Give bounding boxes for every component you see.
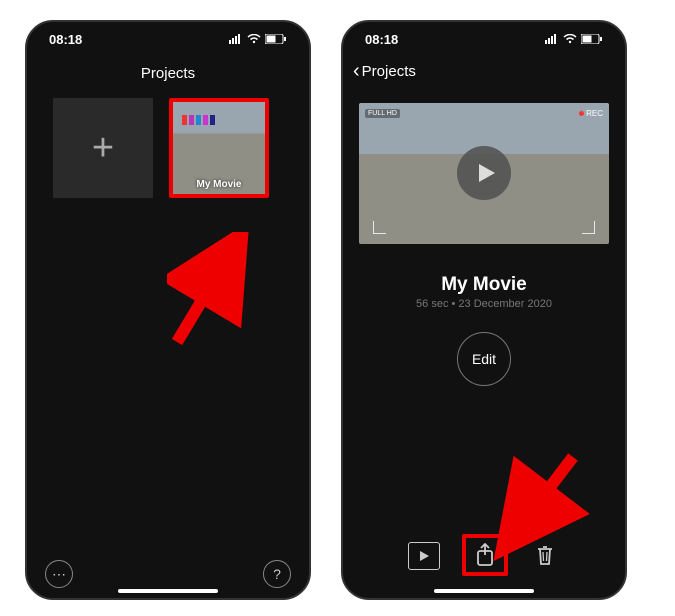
wifi-icon bbox=[563, 32, 577, 47]
annotation-arrow bbox=[167, 232, 267, 352]
phone-project-detail-screen: 08:18 ‹ Projects FULL HD REC bbox=[341, 20, 627, 600]
projects-grid: + My Movie bbox=[27, 92, 309, 204]
page-title: Projects bbox=[27, 53, 309, 92]
rec-dot-icon bbox=[579, 111, 584, 116]
play-button[interactable] bbox=[457, 146, 511, 200]
preview-quality-badge: FULL HD bbox=[365, 109, 400, 118]
project-tile-label: My Movie bbox=[173, 179, 265, 190]
back-button[interactable]: ‹ Projects bbox=[353, 63, 416, 80]
new-project-tile[interactable]: + bbox=[53, 98, 153, 198]
project-subtitle: 56 sec • 23 December 2020 bbox=[343, 298, 625, 310]
status-right-cluster bbox=[229, 32, 287, 47]
preview-rec-indicator: REC bbox=[579, 109, 603, 118]
signal-icon bbox=[545, 32, 559, 47]
plus-icon: + bbox=[92, 127, 114, 170]
project-tile[interactable]: My Movie bbox=[169, 98, 269, 198]
preview-area: FULL HD REC bbox=[343, 75, 625, 244]
edit-button[interactable]: Edit bbox=[457, 332, 511, 386]
video-preview[interactable]: FULL HD REC bbox=[359, 103, 609, 244]
project-title: My Movie bbox=[343, 274, 625, 296]
status-time: 08:18 bbox=[49, 32, 82, 47]
back-label: Projects bbox=[362, 63, 416, 80]
status-time: 08:18 bbox=[365, 32, 398, 47]
chevron-left-icon: ‹ bbox=[353, 64, 360, 79]
battery-icon bbox=[265, 32, 287, 47]
phone-projects-screen: 08:18 Projects + My Movie ⋯ bbox=[25, 20, 311, 600]
play-icon bbox=[475, 162, 497, 184]
status-bar: 08:18 bbox=[27, 22, 309, 53]
signal-icon bbox=[229, 32, 243, 47]
status-bar: 08:18 bbox=[343, 22, 625, 53]
project-title-block: My Movie 56 sec • 23 December 2020 bbox=[343, 274, 625, 310]
home-indicator bbox=[434, 589, 534, 593]
home-indicator bbox=[118, 589, 218, 593]
wifi-icon bbox=[247, 32, 261, 47]
status-right-cluster bbox=[545, 32, 603, 47]
detail-header: ‹ Projects bbox=[343, 53, 625, 75]
play-icon bbox=[418, 550, 430, 562]
help-button[interactable]: ? bbox=[263, 560, 291, 588]
annotation-arrow bbox=[493, 452, 593, 562]
more-button[interactable]: ⋯ bbox=[45, 560, 73, 588]
battery-icon bbox=[581, 32, 603, 47]
play-action-button[interactable] bbox=[408, 542, 440, 570]
